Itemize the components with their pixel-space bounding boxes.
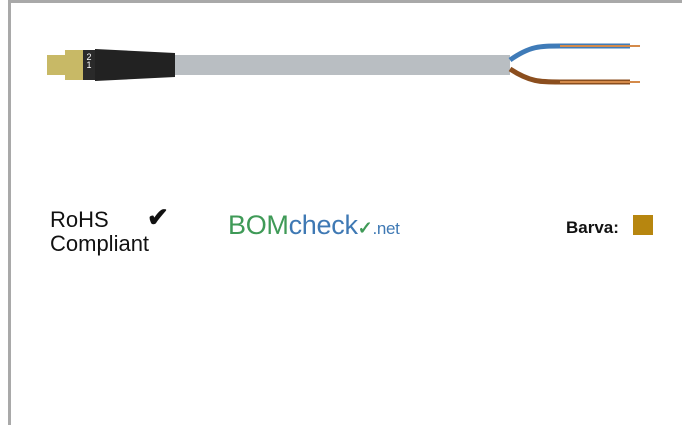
bomcheck-logo-net: .net xyxy=(372,219,400,238)
bomcheck-logo-check: check xyxy=(288,210,358,240)
frame-border-top xyxy=(8,0,682,3)
bomcheck-logo-bom: BOM xyxy=(228,210,289,240)
frame-border-left xyxy=(8,0,11,425)
product-image: 1 2 xyxy=(47,43,640,85)
rohs-compliant-badge: RoHS Compliant ✔ xyxy=(50,204,169,256)
pin-2-label: 2 xyxy=(86,52,91,62)
blue-wire xyxy=(508,43,630,63)
brown-wire xyxy=(508,66,630,85)
bomcheck-check-icon: ✓ xyxy=(357,218,373,238)
rohs-line-2: Compliant xyxy=(50,231,150,256)
connector-housing xyxy=(95,49,175,81)
connector-body xyxy=(65,50,83,80)
checkmark-icon: ✔ xyxy=(147,202,169,232)
cable-sheath xyxy=(175,55,510,75)
rohs-line-1: RoHS xyxy=(50,207,109,232)
connector-plug xyxy=(47,55,65,75)
color-label: Barva: xyxy=(566,218,619,237)
color-swatch xyxy=(633,215,653,235)
bomcheck-logo: BOMcheck✓.net xyxy=(228,210,400,241)
